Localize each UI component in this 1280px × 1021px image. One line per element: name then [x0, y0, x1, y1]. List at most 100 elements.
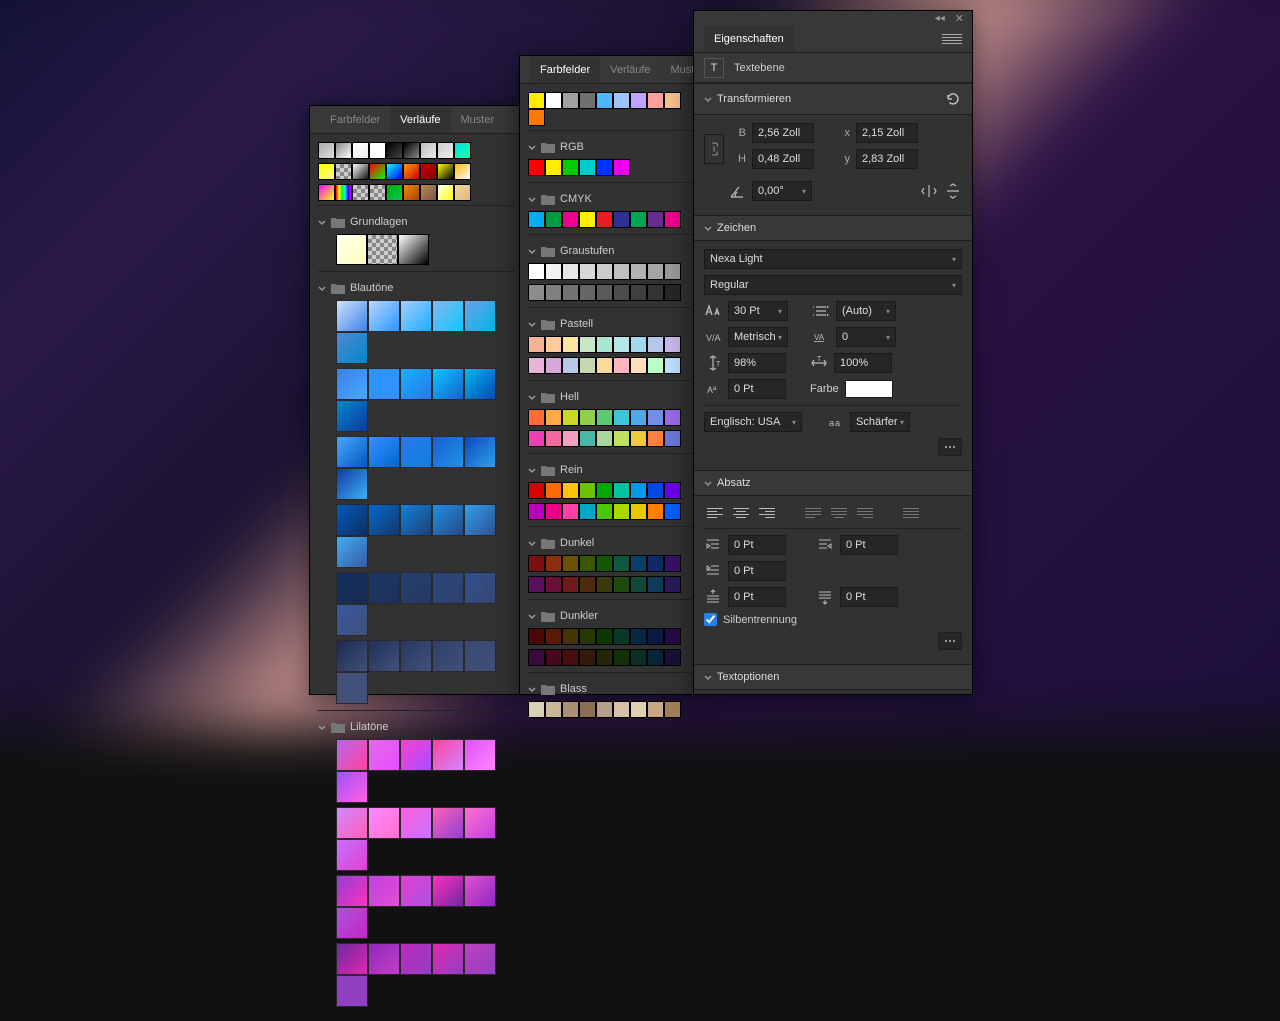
- color-swatch[interactable]: [664, 211, 681, 228]
- y-input[interactable]: 2,83 Zoll: [856, 149, 918, 169]
- color-swatch[interactable]: [528, 555, 545, 572]
- gradient-swatch[interactable]: [400, 875, 432, 907]
- more-options-button[interactable]: [938, 632, 962, 650]
- gradient-swatch[interactable]: [432, 943, 464, 975]
- height-input[interactable]: 0,48 Zoll: [752, 149, 814, 169]
- gradient-swatch[interactable]: [400, 368, 432, 400]
- color-swatch[interactable]: [562, 649, 579, 666]
- color-swatch[interactable]: [596, 628, 613, 645]
- color-swatch[interactable]: [664, 430, 681, 447]
- gradient-swatch[interactable]: [454, 163, 471, 180]
- color-swatch[interactable]: [647, 430, 664, 447]
- gradient-swatch[interactable]: [464, 943, 496, 975]
- color-swatch[interactable]: [647, 628, 664, 645]
- section-transform-header[interactable]: Transformieren: [694, 83, 972, 115]
- color-swatch[interactable]: [545, 336, 562, 353]
- gradient-swatch[interactable]: [318, 184, 335, 201]
- align-center-button[interactable]: [730, 504, 752, 522]
- flip-vertical-icon[interactable]: [944, 182, 962, 200]
- indent-left-input[interactable]: 0 Pt: [728, 535, 786, 555]
- color-swatch[interactable]: [562, 284, 579, 301]
- gradient-swatch[interactable]: [386, 184, 403, 201]
- color-swatch[interactable]: [579, 649, 596, 666]
- gradient-swatch[interactable]: [352, 142, 369, 159]
- leading-input[interactable]: (Auto)▾: [836, 301, 896, 321]
- gradient-swatch[interactable]: [368, 807, 400, 839]
- gradient-swatch[interactable]: [432, 368, 464, 400]
- gradient-swatch[interactable]: [368, 368, 400, 400]
- gradient-swatch[interactable]: [464, 436, 496, 468]
- tab-farbfelder[interactable]: Farbfelder: [530, 57, 600, 83]
- color-swatch[interactable]: [630, 357, 647, 374]
- group-header[interactable]: Rein: [528, 460, 692, 482]
- color-swatch[interactable]: [630, 649, 647, 666]
- color-swatch[interactable]: [647, 503, 664, 520]
- group-header[interactable]: Dunkel: [528, 533, 692, 555]
- close-icon[interactable]: ✕: [955, 12, 964, 25]
- color-swatch[interactable]: [630, 701, 647, 718]
- gradient-swatch[interactable]: [336, 672, 368, 704]
- color-swatch[interactable]: [562, 263, 579, 280]
- gradient-swatch[interactable]: [336, 332, 368, 364]
- color-swatch[interactable]: [630, 284, 647, 301]
- gradient-swatch[interactable]: [464, 640, 496, 672]
- color-swatch[interactable]: [630, 503, 647, 520]
- color-swatch[interactable]: [596, 357, 613, 374]
- color-swatch[interactable]: [630, 482, 647, 499]
- indent-first-input[interactable]: 0 Pt: [728, 561, 786, 581]
- gradient-swatch[interactable]: [336, 368, 368, 400]
- group-lilatoene-header[interactable]: Lilatöne: [318, 717, 515, 739]
- color-swatch[interactable]: [664, 482, 681, 499]
- indent-right-input[interactable]: 0 Pt: [840, 535, 898, 555]
- color-swatch[interactable]: [545, 482, 562, 499]
- color-swatch[interactable]: [562, 92, 579, 109]
- gradient-swatch[interactable]: [336, 468, 368, 500]
- angle-input[interactable]: 0,00°▾: [752, 181, 812, 201]
- color-swatch[interactable]: [613, 92, 630, 109]
- color-swatch[interactable]: [528, 109, 545, 126]
- color-swatch[interactable]: [630, 430, 647, 447]
- vscale-input[interactable]: 98%: [728, 353, 786, 373]
- gradient-swatch[interactable]: [400, 807, 432, 839]
- color-swatch[interactable]: [579, 357, 596, 374]
- width-input[interactable]: 2,56 Zoll: [752, 123, 814, 143]
- flip-horizontal-icon[interactable]: [920, 182, 938, 200]
- gradient-swatch[interactable]: [336, 604, 368, 636]
- color-swatch[interactable]: [579, 482, 596, 499]
- gradient-swatch[interactable]: [369, 184, 386, 201]
- color-swatch[interactable]: [630, 211, 647, 228]
- gradient-swatch[interactable]: [386, 142, 403, 159]
- baseline-input[interactable]: 0 Pt: [728, 379, 786, 399]
- tab-eigenschaften[interactable]: Eigenschaften: [704, 26, 794, 52]
- group-header[interactable]: Pastell: [528, 314, 692, 336]
- text-color-swatch[interactable]: [845, 380, 893, 398]
- color-swatch[interactable]: [562, 576, 579, 593]
- color-swatch[interactable]: [545, 211, 562, 228]
- group-header[interactable]: RGB: [528, 137, 692, 159]
- color-swatch[interactable]: [613, 409, 630, 426]
- color-swatch[interactable]: [647, 576, 664, 593]
- gradient-swatch[interactable]: [336, 572, 368, 604]
- gradient-swatch[interactable]: [336, 839, 368, 871]
- gradient-swatch[interactable]: [335, 142, 352, 159]
- color-swatch[interactable]: [545, 159, 562, 176]
- gradient-swatch[interactable]: [432, 504, 464, 536]
- gradient-swatch[interactable]: [318, 163, 335, 180]
- color-swatch[interactable]: [562, 409, 579, 426]
- color-swatch[interactable]: [630, 628, 647, 645]
- color-swatch[interactable]: [528, 211, 545, 228]
- color-swatch[interactable]: [579, 263, 596, 280]
- color-swatch[interactable]: [596, 555, 613, 572]
- gradient-swatch[interactable]: [336, 771, 368, 803]
- color-swatch[interactable]: [579, 430, 596, 447]
- color-swatch[interactable]: [562, 211, 579, 228]
- color-swatch[interactable]: [647, 357, 664, 374]
- gradient-swatch[interactable]: [420, 184, 437, 201]
- properties-panel[interactable]: ◂◂ ✕ Eigenschaften T Textebene Transform…: [693, 10, 973, 695]
- gradient-swatch[interactable]: [400, 943, 432, 975]
- color-swatch[interactable]: [647, 409, 664, 426]
- justify-left-button[interactable]: [802, 504, 824, 522]
- color-swatch[interactable]: [545, 284, 562, 301]
- color-swatch[interactable]: [664, 92, 681, 109]
- color-swatch[interactable]: [647, 211, 664, 228]
